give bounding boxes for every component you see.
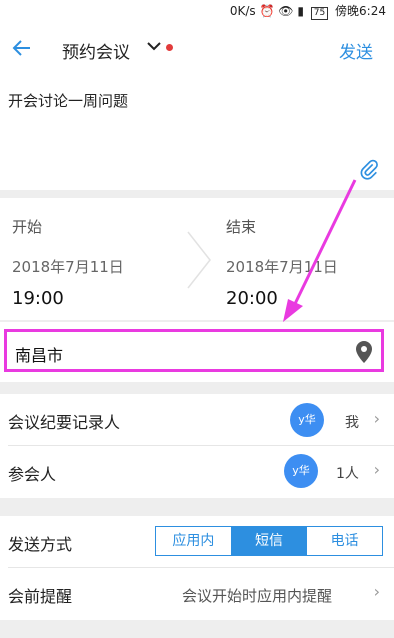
- recorder-label: 会议纪要记录人: [8, 413, 121, 432]
- avatar: y华: [290, 403, 324, 437]
- start-time[interactable]: 19:00: [12, 288, 64, 309]
- notification-dot: [166, 44, 173, 51]
- eye-icon: 👁: [278, 4, 294, 18]
- top-bar: 预约会议 发送: [0, 20, 394, 78]
- back-arrow-icon[interactable]: [10, 36, 34, 60]
- map-pin-icon[interactable]: [355, 341, 373, 363]
- location-row[interactable]: 南昌市: [0, 322, 394, 382]
- recorder-value: 我: [345, 415, 359, 431]
- end-label: 结束: [226, 218, 257, 236]
- subject-area[interactable]: 开会讨论一周问题: [0, 78, 394, 190]
- send-button[interactable]: 发送: [339, 38, 373, 63]
- reminder-row[interactable]: 会前提醒 会议开始时应用内提醒 ›: [0, 568, 394, 620]
- location-value[interactable]: 南昌市: [15, 342, 63, 366]
- start-label: 开始: [12, 218, 43, 236]
- chevron-right-icon: ›: [373, 460, 380, 479]
- chevron-right-icon: [184, 230, 214, 290]
- send-method-label: 发送方式: [8, 535, 73, 554]
- end-time[interactable]: 20:00: [226, 288, 278, 309]
- clock: 傍晚6:24: [335, 4, 386, 18]
- schedule-section: 开始 2018年7月11日 19:00 结束 2018年7月11日 20:00: [0, 198, 394, 320]
- chevron-right-icon: ›: [373, 582, 380, 601]
- signal-icon: ▮: [297, 4, 304, 18]
- reminder-value: 会议开始时应用内提醒: [182, 587, 333, 605]
- subject-text[interactable]: 开会讨论一周问题: [8, 90, 128, 111]
- send-method-app[interactable]: 应用内: [156, 527, 231, 555]
- send-method-row: 发送方式 应用内 短信 电话: [0, 516, 394, 568]
- chevron-down-icon[interactable]: [146, 38, 162, 58]
- participants-label: 参会人: [8, 465, 57, 484]
- location-highlight: 南昌市: [4, 329, 384, 372]
- send-method-phone[interactable]: 电话: [306, 527, 382, 555]
- recorder-row[interactable]: 会议纪要记录人 y华 我 ›: [0, 394, 394, 446]
- battery-icon: 75: [310, 7, 329, 20]
- alarm-icon: ⏰: [259, 4, 275, 18]
- paperclip-icon[interactable]: [358, 158, 380, 180]
- send-method-sms[interactable]: 短信: [230, 527, 307, 555]
- page-title[interactable]: 预约会议: [62, 38, 130, 63]
- end-date[interactable]: 2018年7月11日: [226, 256, 338, 277]
- send-method-toggle[interactable]: 应用内 短信 电话: [155, 526, 383, 556]
- status-bar: 0K/s ⏰ 👁 ▮ 75 傍晚6:24: [0, 0, 394, 20]
- start-date[interactable]: 2018年7月11日: [12, 256, 124, 277]
- participants-row[interactable]: 参会人 y华 1人 ›: [0, 446, 394, 498]
- network-speed: 0K/s: [229, 4, 256, 18]
- chevron-right-icon: ›: [373, 409, 380, 428]
- reminder-label: 会前提醒: [8, 587, 73, 606]
- participants-count: 1人: [336, 466, 359, 482]
- avatar: y华: [284, 454, 318, 488]
